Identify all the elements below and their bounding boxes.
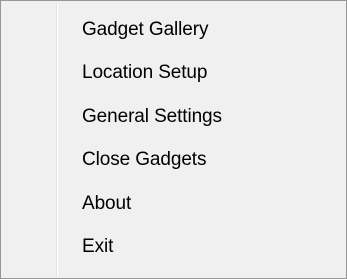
menu-item-label: Gadget Gallery — [82, 18, 209, 40]
menu-item-label: About — [82, 192, 132, 214]
context-menu-items: Gadget Gallery Location Setup General Se… — [1, 18, 346, 279]
menu-item-label: General Settings — [82, 105, 222, 127]
menu-item-general-settings[interactable]: General Settings — [1, 105, 346, 151]
menu-item-about[interactable]: About — [1, 192, 346, 238]
menu-item-label: Close Gadgets — [82, 149, 207, 171]
menu-item-label: Location Setup — [82, 62, 208, 84]
menu-item-exit[interactable]: Exit — [1, 236, 346, 279]
menu-item-close-gadgets[interactable]: Close Gadgets — [1, 149, 346, 195]
menu-item-location-setup[interactable]: Location Setup — [1, 62, 346, 108]
context-menu: Gadget Gallery Location Setup General Se… — [0, 0, 347, 279]
menu-item-label: Exit — [82, 236, 114, 258]
menu-item-gadget-gallery[interactable]: Gadget Gallery — [1, 18, 346, 64]
